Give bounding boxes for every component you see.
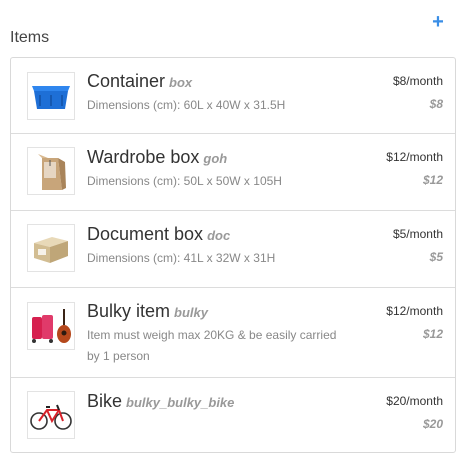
list-item[interactable]: Container box Dimensions (cm): 60L x 40W … (11, 58, 455, 134)
item-description: Dimensions (cm): 60L x 40W x 31.5H (87, 98, 286, 112)
price-per-month: $12/month (386, 304, 443, 318)
item-name: Document box (87, 224, 204, 244)
price-total: $20 (422, 417, 443, 431)
items-header: Items + (10, 12, 458, 52)
item-name: Wardrobe box (87, 147, 200, 167)
price-total: $12 (422, 173, 443, 187)
price-per-month: $12/month (386, 150, 443, 164)
item-name: Bulky item (87, 301, 171, 321)
wardrobe-box-icon (27, 147, 75, 195)
item-code: box (169, 75, 193, 90)
item-code: bulky (174, 305, 208, 320)
list-item[interactable]: Wardrobe box goh Dimensions (cm): 50L x 5… (11, 134, 455, 211)
item-description: Item must weigh max 20KG & be easily car… (87, 328, 337, 363)
price-per-month: $20/month (386, 394, 443, 408)
add-item-button[interactable]: + (430, 12, 446, 32)
list-item[interactable]: Bulky item bulky Item must weigh max 20KG… (11, 288, 455, 378)
item-name: Bike (87, 391, 123, 411)
price-per-month: $8/month (392, 74, 443, 88)
price-total: $8 (429, 97, 443, 111)
blue-container-icon (27, 72, 75, 120)
list-item[interactable]: Bike bulky_bulky_bike $20/month $20 (11, 378, 455, 452)
item-code: goh (203, 151, 228, 166)
item-code: bulky_bulky_bike (126, 395, 235, 410)
bulky-items-icon (27, 302, 75, 350)
page-title: Items (10, 29, 50, 46)
item-description: Dimensions (cm): 50L x 50W x 105H (87, 174, 282, 188)
items-list: Container box Dimensions (cm): 60L x 40W … (10, 57, 456, 453)
list-item[interactable]: Document box doc Dimensions (cm): 41L x 3… (11, 211, 455, 288)
bike-icon (27, 391, 75, 439)
document-box-icon (27, 224, 75, 272)
price-total: $12 (422, 327, 443, 341)
price-per-month: $5/month (392, 227, 443, 241)
item-name: Container (87, 71, 166, 91)
item-code: doc (207, 228, 231, 243)
item-description: Dimensions (cm): 41L x 32W x 31H (87, 251, 276, 265)
price-total: $5 (429, 250, 443, 264)
